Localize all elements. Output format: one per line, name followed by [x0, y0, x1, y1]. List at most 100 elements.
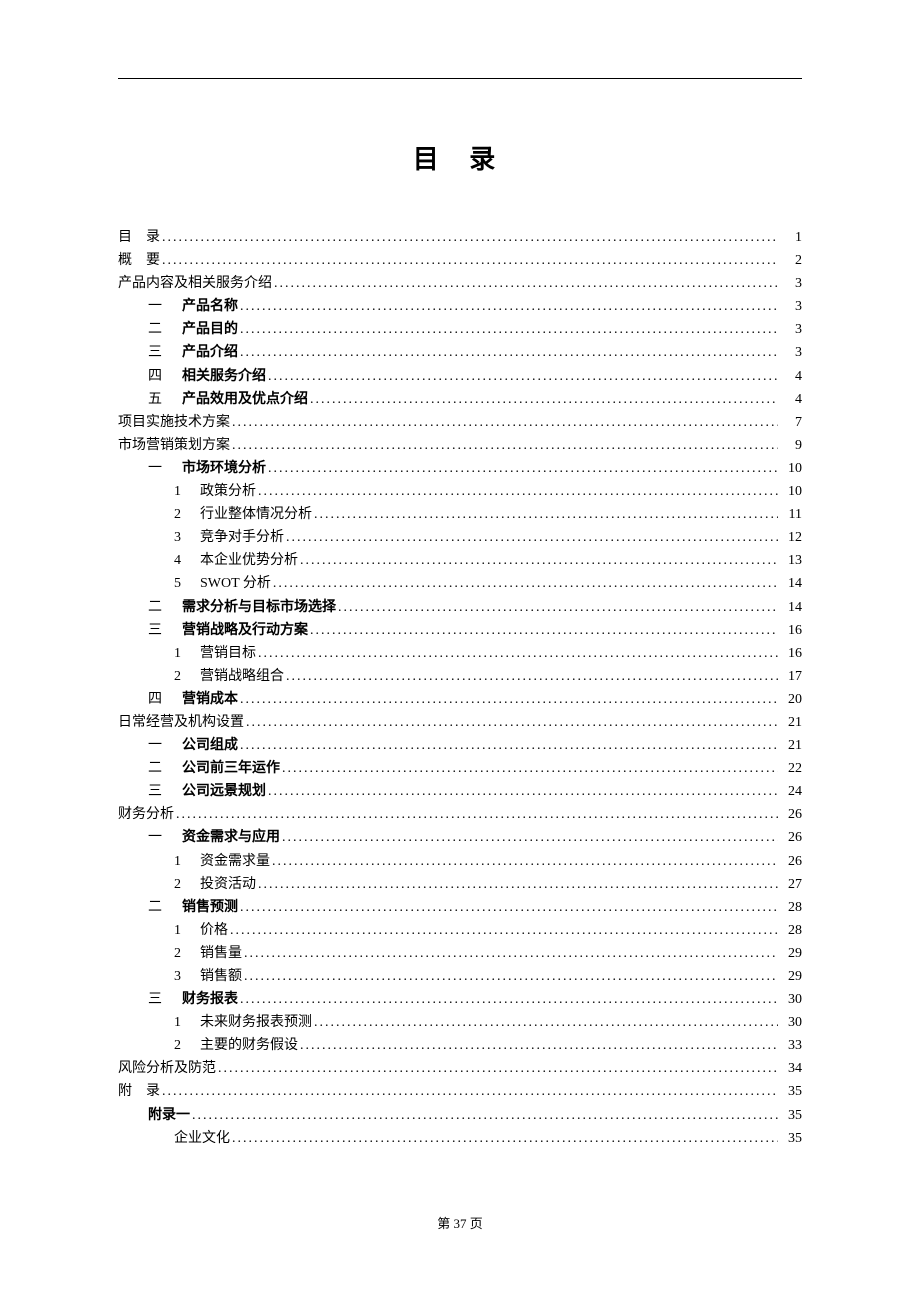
toc-entry: 风险分析及防范34: [118, 1057, 802, 1080]
toc-leader-dots: [232, 1127, 778, 1150]
toc-entry-label: 概 要: [118, 249, 160, 272]
toc-leader-dots: [268, 780, 778, 803]
toc-entry-number: 1: [174, 850, 190, 873]
toc-leader-dots: [310, 388, 778, 411]
toc-entry: 3销售额29: [118, 965, 802, 988]
toc-entry-label: 行业整体情况分析: [200, 503, 312, 526]
toc-entry-page: 4: [780, 388, 802, 411]
toc-entry-number: 1: [174, 480, 190, 503]
toc-entry-label: 价格: [200, 919, 228, 942]
toc-entry-number: 四: [148, 688, 172, 711]
toc-entry-number: 四: [148, 365, 172, 388]
toc-leader-dots: [240, 896, 778, 919]
toc-entry-page: 28: [780, 919, 802, 942]
toc-leader-dots: [218, 1057, 778, 1080]
toc-entry-page: 3: [780, 341, 802, 364]
toc-entry: 一资金需求与应用26: [118, 826, 802, 849]
toc-entry-label: 政策分析: [200, 480, 256, 503]
toc-entry-page: 35: [780, 1127, 802, 1150]
toc-entry-label: 营销战略组合: [200, 665, 284, 688]
toc-leader-dots: [338, 596, 778, 619]
toc-leader-dots: [240, 341, 778, 364]
toc-leader-dots: [258, 642, 778, 665]
toc-leader-dots: [314, 1011, 778, 1034]
toc-entry: 2行业整体情况分析11: [118, 503, 802, 526]
toc-entry-label: 附 录: [118, 1080, 160, 1103]
toc-entry-number: 一: [148, 734, 172, 757]
toc-entry-page: 24: [780, 780, 802, 803]
toc-entry-label: 产品介绍: [182, 341, 238, 364]
toc-entry-page: 14: [780, 572, 802, 595]
toc-entry-number: 2: [174, 1034, 190, 1057]
toc-entry-label: 财务报表: [182, 988, 238, 1011]
toc-entry: 目 录1: [118, 226, 802, 249]
toc-entry-page: 10: [780, 480, 802, 503]
toc-entry-number: 二: [148, 757, 172, 780]
toc-entry-number: 五: [148, 388, 172, 411]
header-rule: [118, 78, 802, 79]
toc-entry-label: 营销成本: [182, 688, 238, 711]
toc-entry: 2销售量29: [118, 942, 802, 965]
toc-entry-label: 未来财务报表预测: [200, 1011, 312, 1034]
toc-entry-page: 26: [780, 826, 802, 849]
toc-entry-label: 产品内容及相关服务介绍: [118, 272, 272, 295]
toc-entry: 一公司组成21: [118, 734, 802, 757]
toc-entry-label: 需求分析与目标市场选择: [182, 596, 336, 619]
toc-entry: 4本企业优势分析13: [118, 549, 802, 572]
toc-entry: 三财务报表30: [118, 988, 802, 1011]
toc-leader-dots: [300, 1034, 778, 1057]
toc-leader-dots: [162, 226, 778, 249]
toc-entry-label: 资金需求量: [200, 850, 270, 873]
toc-leader-dots: [230, 919, 778, 942]
toc-entry-page: 9: [780, 434, 802, 457]
toc-entry: 2营销战略组合17: [118, 665, 802, 688]
toc-leader-dots: [162, 249, 778, 272]
toc-entry-page: 33: [780, 1034, 802, 1057]
toc-entry: 二公司前三年运作 22: [118, 757, 802, 780]
toc-leader-dots: [244, 942, 778, 965]
toc-entry-label: 产品名称: [182, 295, 238, 318]
toc-entry-number: 2: [174, 665, 190, 688]
toc-entry-label: 公司前三年运作: [182, 757, 280, 780]
toc-entry-label: 本企业优势分析: [200, 549, 298, 572]
toc-leader-dots: [162, 1080, 778, 1103]
page-title: 目 录: [118, 139, 802, 176]
toc-entry-label: 公司组成: [182, 734, 238, 757]
toc-entry-label: 附录一: [148, 1104, 190, 1127]
toc-entry-page: 22: [780, 757, 802, 780]
toc-entry: 三公司远景规划24: [118, 780, 802, 803]
toc-leader-dots: [274, 272, 778, 295]
toc-entry-page: 11: [780, 503, 802, 526]
toc-entry-page: 13: [780, 549, 802, 572]
toc-entry: 产品内容及相关服务介绍 3: [118, 272, 802, 295]
toc-entry-page: 3: [780, 295, 802, 318]
toc-entry-number: 三: [148, 341, 172, 364]
toc-entry: 一市场环境分析10: [118, 457, 802, 480]
toc-entry-page: 16: [780, 619, 802, 642]
toc-entry: 市场营销策划方案9: [118, 434, 802, 457]
toc-entry-label: 产品目的: [182, 318, 238, 341]
toc-entry-label: 相关服务介绍: [182, 365, 266, 388]
toc-entry: 1价格28: [118, 919, 802, 942]
toc-leader-dots: [240, 734, 778, 757]
toc-entry: 附 录 35: [118, 1080, 802, 1103]
toc-entry: 1 政策分析 10: [118, 480, 802, 503]
page-footer: 第 37 页: [0, 1213, 920, 1232]
toc-entry: 2主要的财务假设33: [118, 1034, 802, 1057]
toc-entry-page: 26: [780, 850, 802, 873]
toc-entry-label: 市场环境分析: [182, 457, 266, 480]
toc-entry-page: 16: [780, 642, 802, 665]
toc-entry-label: 日常经营及机构设置: [118, 711, 244, 734]
toc-entry-page: 30: [780, 988, 802, 1011]
toc-leader-dots: [310, 619, 778, 642]
toc-entry-page: 3: [780, 272, 802, 295]
toc-entry-page: 35: [780, 1080, 802, 1103]
toc-entry-page: 34: [780, 1057, 802, 1080]
toc-entry-page: 35: [780, 1104, 802, 1127]
toc-entry: 一产品名称 3: [118, 295, 802, 318]
toc-entry-page: 3: [780, 318, 802, 341]
toc-entry-number: 一: [148, 295, 172, 318]
toc-leader-dots: [232, 411, 778, 434]
toc-entry: 1未来财务报表预测30: [118, 1011, 802, 1034]
toc-entry-label: SWOT 分析: [200, 572, 271, 595]
